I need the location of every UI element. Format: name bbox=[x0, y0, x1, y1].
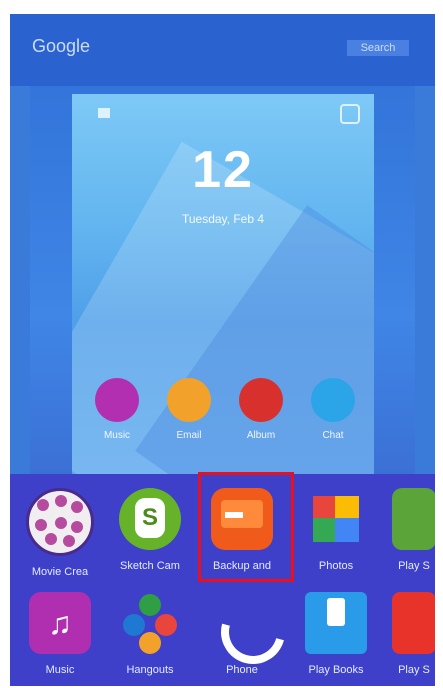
app-label: Music bbox=[45, 664, 75, 676]
selection-highlight bbox=[198, 472, 294, 582]
dock-label: Chat bbox=[322, 430, 344, 441]
next-page-peek[interactable] bbox=[415, 86, 435, 476]
music-icon bbox=[95, 378, 139, 422]
home-page-preview[interactable]: 12 Tuesday, Feb 4 Music Email Album Chat bbox=[72, 94, 374, 474]
hangouts-icon bbox=[119, 592, 181, 654]
dock-label: Music bbox=[103, 430, 131, 441]
home-screen: Google Search 12 Tuesday, Feb 4 Music Em… bbox=[10, 14, 435, 686]
app-label: Movie Crea bbox=[31, 566, 89, 578]
email-icon bbox=[167, 378, 211, 422]
app-phone[interactable]: Phone bbox=[198, 588, 297, 686]
app-movie-creator[interactable]: Movie Crea bbox=[16, 488, 104, 588]
app-label: Play Books bbox=[308, 664, 364, 676]
play-app-icon bbox=[392, 592, 435, 654]
dock-label: Email bbox=[176, 430, 202, 441]
music-icon: ♫ bbox=[29, 592, 91, 654]
app-play-books[interactable]: Play Books bbox=[292, 592, 380, 686]
play-books-icon bbox=[305, 592, 367, 654]
dock-label: Album bbox=[246, 430, 276, 441]
app-sketch-cam[interactable]: S Sketch Cam bbox=[106, 488, 194, 588]
search-bar[interactable]: Google Search bbox=[10, 14, 435, 86]
app-label: Sketch Cam bbox=[120, 560, 180, 572]
app-label: Photos bbox=[318, 560, 354, 572]
app-label: Hangouts bbox=[126, 664, 174, 676]
app-photos[interactable]: Photos bbox=[292, 488, 380, 588]
movie-icon bbox=[26, 488, 94, 556]
clock-widget: 12 bbox=[192, 141, 254, 199]
settings-icon bbox=[340, 104, 360, 124]
app-hangouts[interactable]: Hangouts bbox=[106, 592, 194, 686]
app-play-store[interactable]: Play S bbox=[384, 488, 435, 588]
album-icon bbox=[239, 378, 283, 422]
app-play[interactable]: Play S bbox=[384, 592, 435, 686]
app-label: Phone bbox=[226, 664, 258, 676]
app-label: Play S bbox=[398, 560, 430, 572]
signal-icon bbox=[98, 108, 110, 118]
phone-icon bbox=[209, 588, 297, 676]
search-bar-right[interactable]: Search bbox=[347, 40, 409, 56]
date-label: Tuesday, Feb 4 bbox=[181, 212, 265, 226]
chat-icon bbox=[311, 378, 355, 422]
search-bar-label: Google bbox=[32, 36, 91, 56]
photos-icon bbox=[305, 488, 367, 550]
sketch-icon: S bbox=[119, 488, 181, 550]
dock-item-album[interactable]: Album bbox=[230, 378, 292, 458]
prev-page-peek[interactable] bbox=[10, 86, 30, 476]
preview-dock: Music Email Album Chat bbox=[72, 378, 374, 468]
dock-item-chat[interactable]: Chat bbox=[302, 378, 364, 458]
dock-item-music[interactable]: Music bbox=[86, 378, 148, 458]
app-music[interactable]: ♫ Music bbox=[16, 592, 104, 686]
app-label: Play S bbox=[398, 664, 430, 676]
dock-item-email[interactable]: Email bbox=[158, 378, 220, 458]
play-store-icon bbox=[392, 488, 435, 550]
